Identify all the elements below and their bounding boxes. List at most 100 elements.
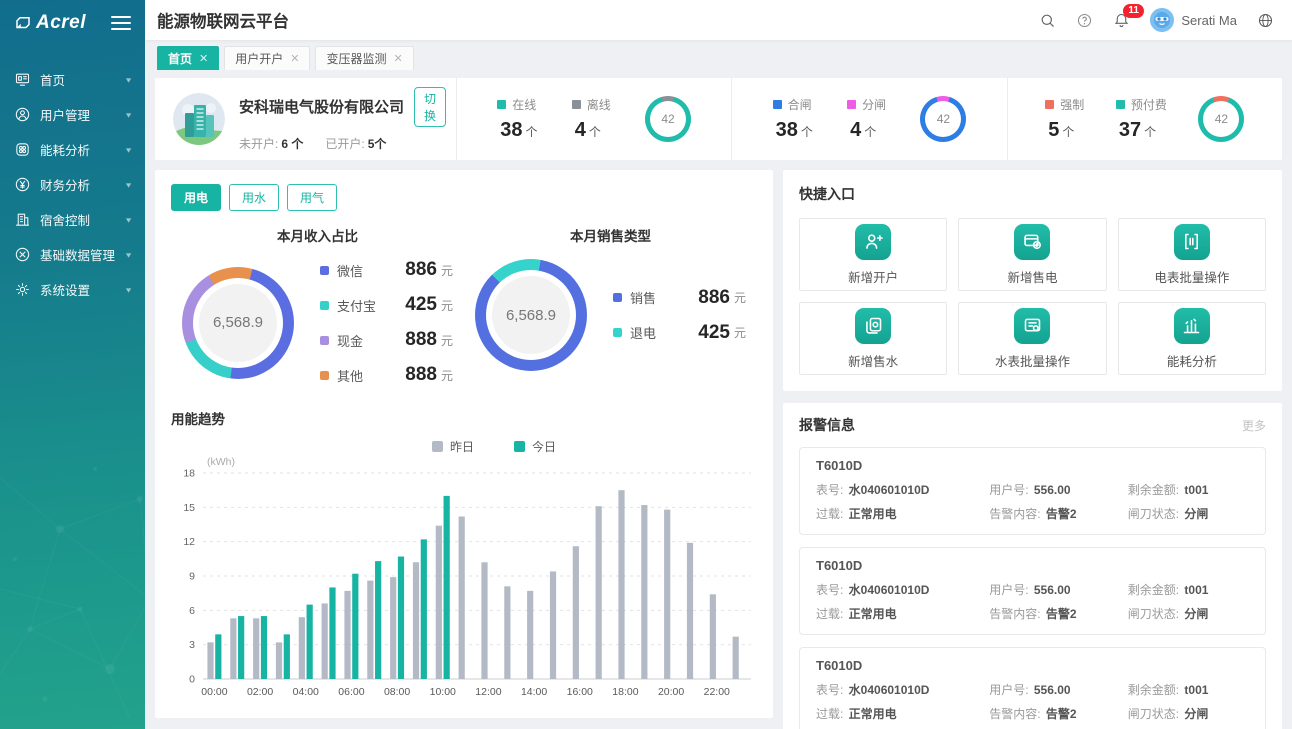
legend-row: 其他888元 — [320, 364, 453, 386]
menu-collapse-icon[interactable] — [111, 12, 131, 34]
energy-trend-bar-chart: (kWh)036912151800:0002:0004:0006:0008:00… — [171, 455, 757, 703]
svg-text:9: 9 — [189, 571, 195, 583]
sales-chart-group: 本月销售类型 6,568.9 销售886元退电425元 — [464, 225, 757, 386]
svg-text:15: 15 — [183, 502, 195, 514]
alarm-field: 过载: 正常用电 — [816, 705, 989, 722]
svg-text:00:00: 00:00 — [201, 686, 227, 698]
tab-label: 变压器监测 — [326, 50, 386, 67]
sidebar-item-database[interactable]: 基础数据管理 ▼ — [0, 237, 145, 272]
status-stat: 强制5个 — [1045, 96, 1084, 142]
sales-chart-legend: 销售886元退电425元 — [613, 287, 746, 344]
chevron-down-icon: ▼ — [124, 111, 133, 119]
energy-overview-card: 用电用水用气 本月收入占比 6,568.9 微信886元支付宝425元现金888… — [155, 170, 773, 718]
sidebar-item-label: 基础数据管理 — [40, 245, 124, 264]
sidebar: Acrel 首页 ▼ 用户管理 ▼ 能耗分析 ▼ 财务分析 ▼ 宿舍控制 ▼ 基… — [0, 0, 145, 729]
dorm-icon — [14, 211, 31, 228]
svg-text:16:00: 16:00 — [567, 686, 593, 698]
window-tab[interactable]: 首页 ✕ — [157, 46, 219, 70]
svg-text:0: 0 — [189, 674, 195, 686]
tab-label: 首页 — [168, 50, 192, 67]
quick-entry-sell-water[interactable]: 新增售水 — [799, 302, 947, 375]
user-icon — [14, 106, 31, 123]
quick-entry-label: 新增开户 — [848, 267, 898, 286]
alarm-item[interactable]: T6010D表号: 水040601010D用户号: 556.00剩余金额: t0… — [799, 647, 1266, 729]
alarm-title: 报警信息 — [799, 415, 855, 435]
notifications-button[interactable]: 11 — [1113, 12, 1130, 29]
meter-water-icon — [1014, 308, 1050, 344]
notification-badge: 11 — [1123, 4, 1144, 18]
sidebar-item-user[interactable]: 用户管理 ▼ — [0, 97, 145, 132]
quick-entry-energy-analysis[interactable]: 能耗分析 — [1118, 302, 1266, 375]
help-icon[interactable] — [1076, 12, 1093, 29]
status-group-switch: 合闸38个分闸4个42 — [731, 78, 1006, 160]
alarm-list: T6010D表号: 水040601010D用户号: 556.00剩余金额: t0… — [799, 447, 1266, 729]
switch-company-button[interactable]: 切换 — [414, 87, 446, 127]
quick-entry-card: 快捷入口 新增开户新增售电电表批量操作新增售水水表批量操作能耗分析 — [783, 170, 1282, 391]
alarm-item-title: T6010D — [816, 658, 1249, 673]
window-tab[interactable]: 用户开户 ✕ — [224, 46, 310, 70]
close-icon[interactable]: ✕ — [393, 52, 402, 65]
sidebar-item-label: 财务分析 — [40, 175, 124, 194]
quick-entry-sell-electric[interactable]: 新增售电 — [958, 218, 1106, 291]
energy-tab-active[interactable]: 用电 — [171, 184, 221, 211]
trend-legend-item[interactable]: 昨日 — [432, 438, 474, 455]
sidebar-item-label: 宿舍控制 — [40, 210, 124, 229]
status-group-online: 在线38个离线4个42 — [456, 78, 731, 160]
close-icon[interactable]: ✕ — [290, 52, 299, 65]
company-name: 安科瑞电气股份有限公司 — [239, 96, 404, 117]
window-tab[interactable]: 变压器监测 ✕ — [315, 46, 413, 70]
svg-text:06:00: 06:00 — [338, 686, 364, 698]
sales-donut-center-value: 6,568.9 — [492, 276, 570, 354]
top-header: 能源物联网云平台 11 — [145, 0, 1292, 40]
quick-entry-user-add[interactable]: 新增开户 — [799, 218, 947, 291]
energy-tab-inactive[interactable]: 用水 — [229, 184, 279, 211]
alarm-field: 用户号: 556.00 — [989, 481, 1128, 498]
alarm-field: 表号: 水040601010D — [816, 681, 989, 698]
chevron-down-icon: ▼ — [124, 216, 133, 224]
svg-text:14:00: 14:00 — [521, 686, 547, 698]
quick-entry-meter-water[interactable]: 水表批量操作 — [958, 302, 1106, 375]
alarm-item[interactable]: T6010D表号: 水040601010D用户号: 556.00剩余金额: t0… — [799, 447, 1266, 535]
alarm-field: 表号: 水040601010D — [816, 581, 989, 598]
legend-row: 支付宝425元 — [320, 294, 453, 316]
home-icon — [14, 71, 31, 88]
status-stat: 离线4个 — [572, 96, 611, 142]
alarm-field: 过载: 正常用电 — [816, 505, 989, 522]
alarm-more-link[interactable]: 更多 — [1242, 417, 1266, 434]
svg-text:18: 18 — [183, 468, 195, 480]
tab-label: 用户开户 — [235, 50, 283, 67]
language-globe-icon[interactable] — [1257, 12, 1274, 29]
sidebar-item-home[interactable]: 首页 ▼ — [0, 62, 145, 97]
sidebar-item-dorm[interactable]: 宿舍控制 ▼ — [0, 202, 145, 237]
svg-text:12:00: 12:00 — [475, 686, 501, 698]
sidebar-item-finance[interactable]: 财务分析 ▼ — [0, 167, 145, 202]
user-menu[interactable]: Serati Ma — [1150, 8, 1237, 32]
energy-tab-inactive[interactable]: 用气 — [287, 184, 337, 211]
status-group-payment: 强制5个预付费37个42 — [1007, 78, 1282, 160]
energy-trend-title: 用能趋势 — [171, 408, 757, 428]
search-icon[interactable] — [1039, 12, 1056, 29]
user-add-icon — [855, 224, 891, 260]
trend-legend-item[interactable]: 今日 — [514, 438, 556, 455]
sidebar-item-label: 能耗分析 — [40, 140, 124, 159]
alarm-field: 闸刀状态: 分闸 — [1128, 605, 1249, 622]
sidebar-item-energy[interactable]: 能耗分析 ▼ — [0, 132, 145, 167]
company-avatar — [173, 93, 225, 145]
finance-icon — [14, 176, 31, 193]
svg-text:6: 6 — [189, 605, 195, 617]
overview-strip: 安科瑞电气股份有限公司 切换 未开户:6 个已开户:5个 在线38个离线4个42… — [155, 78, 1282, 160]
close-icon[interactable]: ✕ — [199, 52, 208, 65]
meter-electric-icon — [1174, 224, 1210, 260]
sidebar-item-settings[interactable]: 系统设置 ▼ — [0, 272, 145, 307]
quick-entry-meter-electric[interactable]: 电表批量操作 — [1118, 218, 1266, 291]
alarm-field: 告警内容: 告警2 — [989, 505, 1128, 522]
alarm-item[interactable]: T6010D表号: 水040601010D用户号: 556.00剩余金额: t0… — [799, 547, 1266, 635]
alarm-field: 过载: 正常用电 — [816, 605, 989, 622]
username: Serati Ma — [1181, 13, 1237, 28]
income-donut-center-value: 6,568.9 — [199, 284, 277, 362]
energy-type-tabs: 用电用水用气 — [171, 184, 757, 211]
acrel-logo-icon — [14, 14, 32, 32]
account-stat: 已开户:5个 — [325, 135, 386, 152]
quick-entry-label: 水表批量操作 — [995, 351, 1070, 370]
svg-text:12: 12 — [183, 536, 195, 548]
